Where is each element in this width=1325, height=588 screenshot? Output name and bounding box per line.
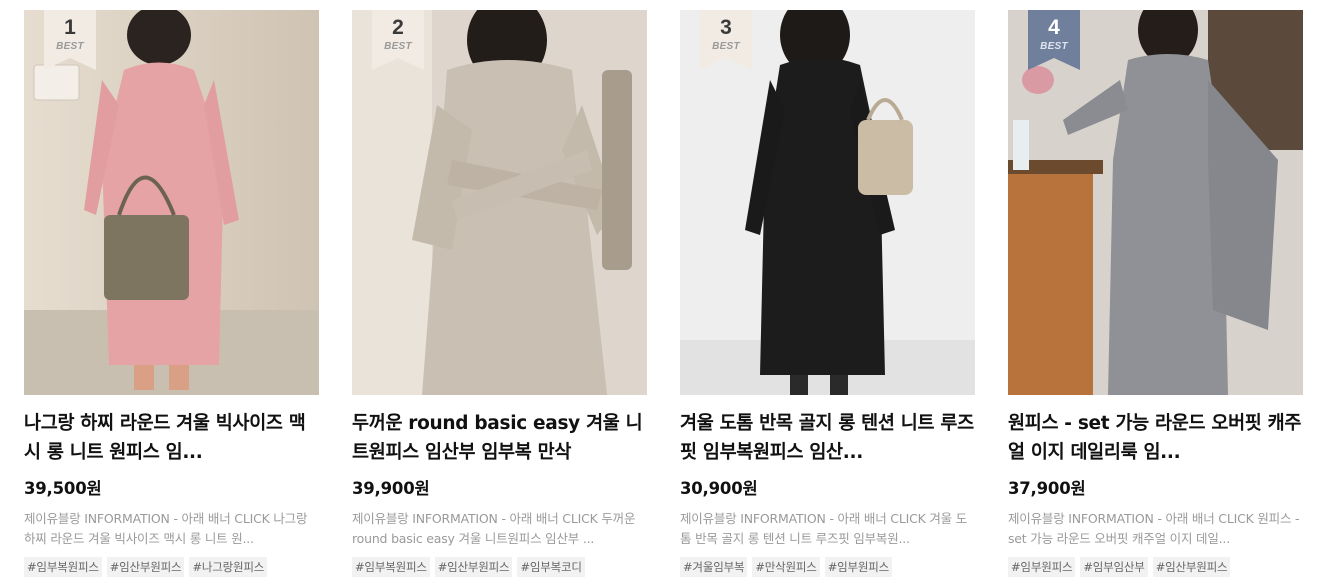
product-image[interactable]: 2 BEST — [352, 10, 647, 395]
product-title[interactable]: 겨울 도톰 반목 골지 롱 텐션 니트 루즈핏 임부복원피스 임산... — [680, 409, 975, 467]
product-title[interactable]: 나그랑 하찌 라운드 겨울 빅사이즈 맥시 롱 니트 원피스 임... — [24, 409, 319, 467]
best-label: BEST — [1040, 41, 1068, 52]
tag-list: #겨울임부복 #만삭원피스 #임부원피스 — [680, 557, 975, 577]
rank-number: 4 — [1048, 16, 1060, 39]
hashtag[interactable]: #임부원피스 — [824, 557, 893, 577]
product-price: 30,900원 — [680, 479, 758, 498]
tag-list: #임부원피스 #임부임산부 #임산부원피스 — [1008, 557, 1303, 577]
product-image[interactable]: 1 BEST — [24, 10, 319, 395]
hashtag[interactable]: #임부복원피스 — [352, 557, 430, 577]
best-rank-badge: 1 BEST — [44, 10, 96, 70]
hashtag[interactable]: #임산부원피스 — [434, 557, 513, 577]
rank-number: 3 — [720, 16, 732, 39]
rank-number: 1 — [64, 16, 76, 39]
best-label: BEST — [56, 41, 84, 52]
product-description: 제이유블랑 INFORMATION - 아래 배너 CLICK 두꺼운 roun… — [352, 511, 636, 546]
product-image[interactable]: 3 BEST — [680, 10, 975, 395]
product-card[interactable]: 4 BEST 원피스 - set 가능 라운드 오버핏 캐주얼 이지 데일리룩 … — [1008, 10, 1303, 577]
hashtag[interactable]: #만삭원피스 — [752, 557, 820, 577]
product-price: 39,900원 — [352, 479, 430, 498]
product-grid: 1 BEST 나그랑 하찌 라운드 겨울 빅사이즈 맥시 롱 니트 원피스 임.… — [24, 10, 1303, 577]
hashtag[interactable]: #임부복원피스 — [24, 557, 102, 577]
product-card[interactable]: 3 BEST 겨울 도톰 반목 골지 롱 텐션 니트 루즈핏 임부복원피스 임산… — [680, 10, 975, 577]
best-label: BEST — [712, 41, 740, 52]
product-title[interactable]: 원피스 - set 가능 라운드 오버핏 캐주얼 이지 데일리룩 임... — [1008, 409, 1303, 467]
hashtag[interactable]: #겨울임부복 — [680, 557, 748, 577]
hashtag[interactable]: #나그랑원피스 — [189, 557, 268, 577]
best-rank-badge: 4 BEST — [1028, 10, 1080, 70]
product-card[interactable]: 2 BEST 두꺼운 round basic easy 겨울 니트원피스 임산부… — [352, 10, 647, 577]
product-description: 제이유블랑 INFORMATION - 아래 배너 CLICK 원피스 - se… — [1008, 511, 1300, 546]
rank-number: 2 — [392, 16, 404, 39]
hashtag[interactable]: #임산부원피스 — [1152, 557, 1231, 577]
hashtag[interactable]: #임부임산부 — [1080, 557, 1148, 577]
hashtag[interactable]: #임부원피스 — [1008, 557, 1076, 577]
product-price: 37,900원 — [1008, 479, 1086, 498]
best-rank-badge: 3 BEST — [700, 10, 752, 70]
hashtag[interactable]: #임부복코디 — [517, 557, 585, 577]
product-card[interactable]: 1 BEST 나그랑 하찌 라운드 겨울 빅사이즈 맥시 롱 니트 원피스 임.… — [24, 10, 319, 577]
product-description: 제이유블랑 INFORMATION - 아래 배너 CLICK 겨울 도톰 반목… — [680, 511, 968, 546]
product-title[interactable]: 두꺼운 round basic easy 겨울 니트원피스 임산부 임부복 만삭 — [352, 409, 647, 467]
best-rank-badge: 2 BEST — [372, 10, 424, 70]
tag-list: #임부복원피스 #임산부원피스 #임부복코디 — [352, 557, 647, 577]
product-price: 39,500원 — [24, 479, 102, 498]
tag-list: #임부복원피스 #임산부원피스 #나그랑원피스 — [24, 557, 319, 577]
product-image[interactable]: 4 BEST — [1008, 10, 1303, 395]
hashtag[interactable]: #임산부원피스 — [106, 557, 185, 577]
best-label: BEST — [384, 41, 412, 52]
product-description: 제이유블랑 INFORMATION - 아래 배너 CLICK 나그랑 하찌 라… — [24, 511, 308, 546]
